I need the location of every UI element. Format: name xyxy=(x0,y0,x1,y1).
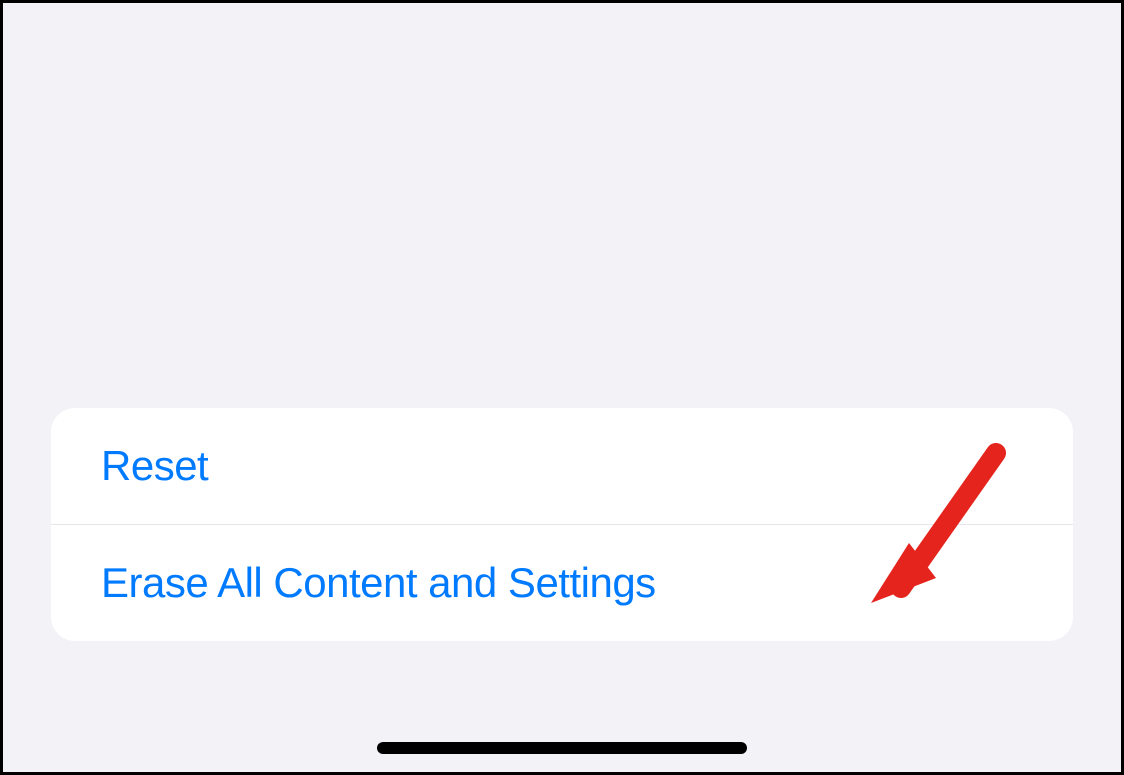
reset-label: Reset xyxy=(101,442,208,490)
home-indicator[interactable] xyxy=(377,742,747,754)
reset-row[interactable]: Reset xyxy=(51,408,1073,524)
erase-all-label: Erase All Content and Settings xyxy=(101,559,656,607)
settings-group: Reset Erase All Content and Settings xyxy=(51,408,1073,641)
erase-all-row[interactable]: Erase All Content and Settings xyxy=(51,524,1073,641)
